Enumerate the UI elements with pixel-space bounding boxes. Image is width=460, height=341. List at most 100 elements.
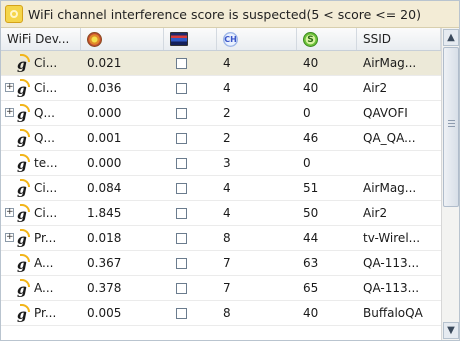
- cell-ssid: AirMag...: [363, 56, 417, 70]
- cell-channel: 8: [223, 306, 231, 320]
- cell-wifi-device: g Q...: [1, 126, 81, 150]
- wifi-device-icon: g: [15, 79, 31, 97]
- wifi-device-icon: g: [15, 129, 31, 147]
- panel-title: WiFi channel interference score is suspe…: [28, 6, 421, 22]
- row-checkbox[interactable]: [176, 307, 187, 319]
- wifi-device-icon: g: [15, 54, 31, 72]
- cell-strength: 63: [303, 256, 319, 270]
- row-checkbox[interactable]: [176, 132, 187, 144]
- table-row[interactable]: g Ci... 0.084 4 51 AirMag...: [1, 176, 441, 201]
- expand-row-icon[interactable]: +: [5, 233, 14, 242]
- table-row[interactable]: g te... 0.000 3 0: [1, 151, 441, 176]
- table-row[interactable]: g A... 0.367 7 63 QA-113...: [1, 251, 441, 276]
- thumb-grip: [448, 120, 455, 121]
- expand-row-icon[interactable]: +: [5, 108, 14, 117]
- thumb-grip: [448, 126, 455, 127]
- column-header-strength[interactable]: S: [297, 28, 357, 50]
- column-header-signal-score[interactable]: [81, 28, 164, 50]
- cell-ssid: tv-Wirel...: [363, 231, 421, 245]
- cell-ssid: QA-113...: [363, 281, 420, 295]
- cell-strength: 0: [303, 156, 311, 170]
- wifi-device-icon: g: [15, 254, 31, 272]
- cell-score: 0.018: [87, 231, 122, 245]
- cell-ssid: Air2: [363, 81, 388, 95]
- cell-spectrum: [164, 251, 217, 275]
- cell-spectrum: [164, 101, 217, 125]
- device-table-body: g Ci... 0.021 4 40 AirMag... + g Ci... 0.036 4 40 Ai…: [1, 51, 441, 326]
- wifi-device-icon: g: [15, 154, 31, 172]
- scroll-down-arrow-icon[interactable]: ▼: [443, 322, 459, 339]
- table-row[interactable]: g Q... 0.001 2 46 QA_QA...: [1, 126, 441, 151]
- expand-row-icon[interactable]: +: [5, 83, 14, 92]
- wifi-device-icon: g: [15, 229, 31, 247]
- interference-warning-icon: [5, 5, 23, 23]
- cell-spectrum: [164, 201, 217, 225]
- column-header-channel[interactable]: CH: [217, 28, 297, 50]
- cell-ssid: QA-113...: [363, 256, 420, 270]
- device-name: Q...: [34, 106, 55, 120]
- row-checkbox[interactable]: [176, 282, 187, 294]
- cell-ssid: QA_QA...: [363, 131, 416, 145]
- cell-wifi-device: g Ci...: [1, 51, 81, 75]
- cell-ssid: AirMag...: [363, 181, 417, 195]
- cell-score: 0.000: [87, 106, 122, 120]
- cell-spectrum: [164, 276, 217, 300]
- row-checkbox[interactable]: [176, 157, 187, 169]
- cell-spectrum: [164, 301, 217, 325]
- scroll-up-arrow-icon[interactable]: ▲: [443, 29, 459, 46]
- table-row[interactable]: + g Q... 0.000 2 0 QAVOFI: [1, 101, 441, 126]
- table-row[interactable]: + g Pr... 0.018 8 44 tv-Wirel...: [1, 226, 441, 251]
- table-row[interactable]: + g Ci... 1.845 4 50 Air2: [1, 201, 441, 226]
- row-checkbox[interactable]: [176, 107, 187, 119]
- row-checkbox[interactable]: [176, 182, 187, 194]
- scrollbar-thumb[interactable]: [443, 47, 459, 207]
- cell-wifi-device: g Ci...: [1, 176, 81, 200]
- cell-spectrum: [164, 176, 217, 200]
- cell-score: 1.845: [87, 206, 122, 220]
- cell-spectrum: [164, 226, 217, 250]
- column-header-spectrum[interactable]: [164, 28, 217, 50]
- cell-strength: 51: [303, 181, 319, 195]
- spectrum-icon: [170, 32, 188, 46]
- device-name: Ci...: [34, 181, 58, 195]
- thumb-grip: [448, 123, 455, 124]
- cell-channel: 4: [223, 81, 231, 95]
- cell-strength: 65: [303, 281, 319, 295]
- cell-channel: 2: [223, 106, 231, 120]
- row-checkbox[interactable]: [176, 232, 187, 244]
- row-checkbox[interactable]: [176, 82, 187, 94]
- row-checkbox[interactable]: [176, 207, 187, 219]
- cell-channel: 7: [223, 256, 231, 270]
- cell-ssid: QAVOFI: [363, 106, 408, 120]
- vertical-scrollbar[interactable]: ▲ ▼: [441, 28, 459, 340]
- cell-spectrum: [164, 126, 217, 150]
- device-name: Ci...: [34, 56, 58, 70]
- table-row[interactable]: g Pr... 0.005 8 40 BuffaloQA: [1, 301, 441, 326]
- channel-icon: CH: [223, 31, 238, 47]
- table-row[interactable]: g A... 0.378 7 65 QA-113...: [1, 276, 441, 301]
- row-checkbox[interactable]: [176, 57, 187, 69]
- wifi-device-icon: g: [15, 179, 31, 197]
- wifi-device-icon: g: [15, 279, 31, 297]
- cell-score: 0.021: [87, 56, 122, 70]
- cell-spectrum: [164, 51, 217, 75]
- cell-strength: 46: [303, 131, 319, 145]
- cell-strength: 40: [303, 56, 319, 70]
- column-header-wifi-device[interactable]: WiFi Dev...: [1, 28, 81, 50]
- table-row[interactable]: g Ci... 0.021 4 40 AirMag...: [1, 51, 441, 76]
- interference-panel: WiFi channel interference score is suspe…: [0, 0, 460, 341]
- device-name: te...: [34, 156, 58, 170]
- column-header-ssid[interactable]: SSID: [357, 28, 441, 50]
- cell-wifi-device: g Pr...: [1, 301, 81, 325]
- device-name: Ci...: [34, 81, 58, 95]
- device-name: Ci...: [34, 206, 58, 220]
- row-checkbox[interactable]: [176, 257, 187, 269]
- cell-ssid: [357, 151, 441, 175]
- table-row[interactable]: + g Ci... 0.036 4 40 Air2: [1, 76, 441, 101]
- device-name: A...: [34, 281, 54, 295]
- signal-score-icon: [87, 31, 102, 47]
- wifi-device-icon: g: [15, 204, 31, 222]
- cell-channel: 4: [223, 56, 231, 70]
- cell-channel: 4: [223, 206, 231, 220]
- expand-row-icon[interactable]: +: [5, 208, 14, 217]
